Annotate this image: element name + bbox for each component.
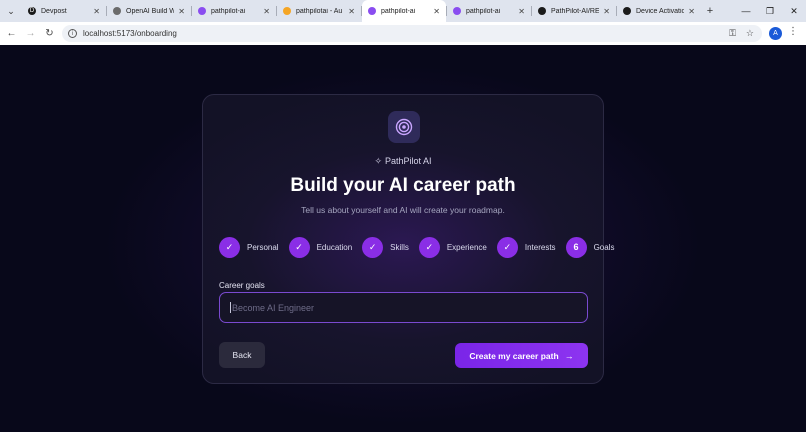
tab-title: pathpilot-ai — [211, 7, 246, 15]
browser-tab[interactable]: pathpilot-ai ✕ — [362, 0, 446, 22]
browser-menu-icon[interactable]: ⋮ — [788, 26, 798, 37]
step-label: Personal — [247, 242, 279, 252]
step-personal: ✓ Personal — [219, 236, 279, 258]
vite-icon — [198, 7, 206, 15]
check-icon: ✓ — [418, 236, 440, 258]
close-tab-icon[interactable]: ✕ — [433, 7, 440, 16]
step-label: Goals — [593, 242, 615, 252]
tab-title: Device Activatio — [636, 7, 685, 15]
reload-icon[interactable]: ↻ — [40, 22, 59, 45]
step-label: Education — [316, 242, 353, 252]
sparkles-icon: ✧ — [374, 156, 382, 166]
close-tab-icon[interactable]: ✕ — [348, 7, 355, 16]
text-caret — [230, 302, 231, 313]
site-info-icon[interactable]: i — [68, 29, 77, 38]
step-goals: 6 Goals — [565, 236, 615, 258]
vite-icon — [368, 7, 376, 15]
browser-tab[interactable]: OpenAI Build We ✕ — [107, 0, 191, 22]
step-label: Interests — [524, 242, 556, 252]
check-icon: ✓ — [288, 236, 310, 258]
tab-title: pathpilot-ai — [466, 7, 501, 15]
create-button-label: Create my career path — [469, 350, 559, 361]
check-icon: ✓ — [219, 236, 240, 258]
url-text: localhost:5173/onboarding — [83, 29, 177, 38]
back-nav-icon[interactable]: ← — [2, 22, 21, 45]
step-number-badge: 6 — [565, 236, 587, 258]
close-window-icon[interactable]: ✕ — [782, 0, 806, 22]
password-key-icon[interactable]: ⚿ — [729, 28, 736, 39]
browser-tab-bar: ⌄ D Devpost ✕ OpenAI Build We ✕ pathpilot-ai ✕… — [0, 0, 806, 22]
tab-title: OpenAI Build We — [126, 7, 175, 15]
url-field[interactable]: i localhost:5173/onboarding ⚿ ☆ — [62, 25, 762, 42]
forward-nav-icon[interactable]: → — [21, 22, 40, 45]
window-controls: — ❐ ✕ — [734, 0, 806, 22]
tab-title: Devpost — [41, 7, 67, 15]
vite-icon — [453, 7, 461, 15]
browser-tab[interactable]: pathpilot-ai ✕ — [447, 0, 531, 22]
onboarding-card: ✧ PathPilot AI Build your AI career path … — [202, 94, 614, 384]
devpost-icon: D — [28, 7, 36, 15]
address-bar: ← → ↻ i localhost:5173/onboarding ⚿ ☆ A … — [0, 22, 806, 45]
check-icon: ✓ — [496, 236, 518, 258]
brand-name: PathPilot AI — [385, 156, 432, 166]
career-goals-label: Career goals — [219, 281, 265, 290]
close-tab-icon[interactable]: ✕ — [518, 7, 525, 16]
progress-stepper: ✓ Personal ✓ Education ✓ Skills ✓ Experience ✓ In… — [219, 236, 624, 258]
tab-strip: D Devpost ✕ OpenAI Build We ✕ pathpilot-ai ✕ pa… — [22, 0, 701, 22]
step-skills: ✓ Skills — [362, 236, 409, 258]
bookmark-star-icon[interactable]: ☆ — [746, 28, 754, 39]
github-icon — [538, 7, 546, 15]
minimize-icon[interactable]: — — [734, 0, 758, 22]
close-tab-icon[interactable]: ✕ — [93, 7, 100, 16]
close-tab-icon[interactable]: ✕ — [688, 7, 695, 16]
restore-icon[interactable]: ❐ — [758, 0, 782, 22]
browser-tab[interactable]: pathpilot-ai ✕ — [192, 0, 276, 22]
tab-title: pathpilot-ai — [381, 7, 416, 15]
browser-tab[interactable]: D Devpost ✕ — [22, 0, 106, 22]
back-button[interactable]: Back — [219, 342, 265, 368]
brand-line: ✧ PathPilot AI — [203, 156, 603, 167]
step-education: ✓ Education — [288, 236, 353, 258]
step-label: Experience — [446, 242, 487, 252]
openai-icon — [113, 7, 121, 15]
app-logo — [388, 111, 420, 143]
tab-search-icon[interactable]: ⌄ — [0, 0, 22, 22]
new-tab-button[interactable]: + — [701, 5, 719, 17]
close-tab-icon[interactable]: ✕ — [263, 7, 270, 16]
arrow-right-icon: → — [564, 350, 574, 361]
target-icon — [395, 118, 413, 136]
firebase-icon — [283, 7, 291, 15]
close-tab-icon[interactable]: ✕ — [603, 7, 610, 16]
check-icon: ✓ — [362, 236, 384, 258]
create-career-path-button[interactable]: Create my career path → — [455, 343, 588, 368]
tab-title: pathpilotai - Au — [296, 7, 343, 15]
step-experience: ✓ Experience — [418, 236, 487, 258]
page-background: ✧ PathPilot AI Build your AI career path … — [0, 45, 806, 432]
page-title: Build your AI career path — [290, 175, 516, 196]
step-label: Skills — [390, 242, 409, 252]
career-goals-input[interactable] — [232, 302, 587, 313]
tab-title: PathPilot-AI/RE — [551, 7, 600, 15]
page-subtitle: Tell us about yourself and AI will creat… — [301, 205, 505, 215]
browser-tab[interactable]: PathPilot-AI/RE ✕ — [532, 0, 616, 22]
profile-avatar[interactable]: A — [769, 27, 782, 40]
career-goals-field[interactable] — [219, 292, 588, 323]
github-icon — [623, 7, 631, 15]
step-interests: ✓ Interests — [496, 236, 556, 258]
close-tab-icon[interactable]: ✕ — [178, 7, 185, 16]
browser-tab[interactable]: Device Activatio ✕ — [617, 0, 701, 22]
browser-tab[interactable]: pathpilotai - Au ✕ — [277, 0, 361, 22]
